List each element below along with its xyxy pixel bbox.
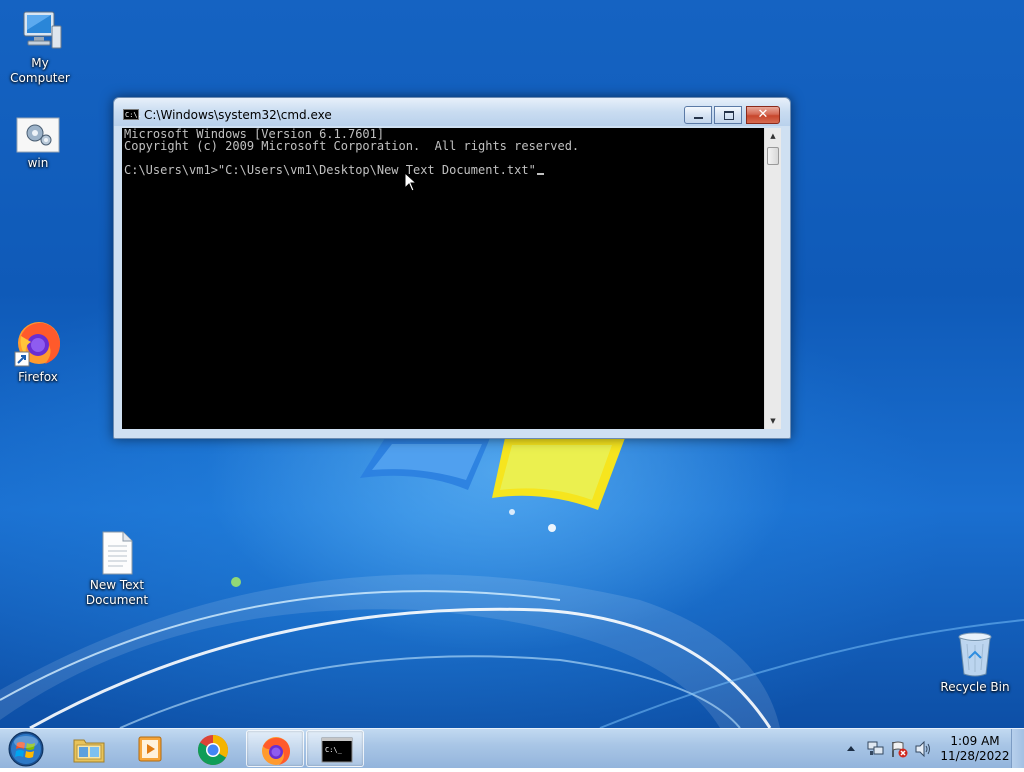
close-icon: ✕: [757, 107, 769, 122]
cmd-icon-text: C:\_: [325, 746, 343, 754]
folder-icon: [73, 739, 105, 763]
taskbar-item-cmd[interactable]: C:\_: [306, 730, 364, 767]
desktop-icon-label: Firefox: [18, 370, 58, 384]
text-cursor: [536, 173, 544, 175]
taskbar-item-windows-explorer[interactable]: [60, 730, 118, 767]
console-line: Copyright (c) 2009 Microsoft Corporation…: [124, 139, 580, 153]
desktop-icon-win[interactable]: win: [0, 116, 78, 171]
vertical-scrollbar[interactable]: ▲ ▼: [764, 128, 781, 429]
chrome-icon: [197, 735, 229, 766]
start-button[interactable]: [6, 730, 46, 768]
taskbar-item-chrome[interactable]: [184, 730, 242, 767]
desktop: My Computer win Firefox New Text Documen…: [0, 0, 1024, 728]
action-center-flag-icon[interactable]: [890, 740, 908, 758]
computer-icon: [23, 11, 62, 49]
taskbar: C:\_ 1:09 AM 11/28/2022: [0, 728, 1024, 768]
clock-time: 1:09 AM: [950, 734, 1000, 748]
text-document-icon: [102, 531, 133, 575]
close-button[interactable]: ✕: [746, 106, 780, 124]
show-desktop-button[interactable]: [1011, 729, 1024, 768]
desktop-icon-label: Document: [85, 593, 149, 607]
console-command: C:\Users\vm1>"C:\Users\vm1\Desktop\New T…: [124, 163, 536, 177]
clock[interactable]: 1:09 AM 11/28/2022: [940, 734, 1010, 764]
desktop-icon-label: New Text: [89, 578, 145, 592]
windows-orb-icon: [8, 731, 44, 767]
firefox-icon: [14, 322, 61, 367]
scroll-up-arrow-icon[interactable]: ▲: [765, 128, 781, 144]
clock-date: 11/28/2022: [940, 749, 1010, 763]
desktop-icon-my-computer[interactable]: My Computer: [0, 8, 80, 86]
console-output[interactable]: Microsoft Windows [Version 6.1.7601] Cop…: [122, 128, 764, 429]
mouse-cursor-icon: [404, 172, 418, 192]
maximize-button[interactable]: [714, 106, 742, 124]
taskbar-item-firefox[interactable]: [246, 730, 304, 767]
minimize-icon: [694, 117, 703, 119]
scroll-down-arrow-icon[interactable]: ▼: [765, 413, 781, 429]
maximize-icon: [724, 111, 734, 120]
desktop-icon-label: win: [27, 156, 49, 170]
desktop-icon-firefox[interactable]: Firefox: [0, 318, 78, 385]
minimize-button[interactable]: [684, 106, 712, 124]
cmd-titlebar[interactable]: C:\. C:\Windows\system32\cmd.exe ✕: [114, 98, 790, 126]
volume-icon[interactable]: [914, 741, 932, 757]
scroll-thumb[interactable]: [767, 147, 779, 165]
cmd-icon: C:\.: [123, 109, 142, 120]
desktop-icon-new-text-document[interactable]: New Text Document: [77, 530, 157, 608]
cmd-icon: C:\_: [321, 737, 353, 763]
desktop-icon-recycle-bin[interactable]: Recycle Bin: [935, 630, 1015, 695]
console-prompt-line: C:\Users\vm1>"C:\Users\vm1\Desktop\New T…: [124, 164, 764, 176]
firefox-icon: [262, 737, 290, 765]
recycle-bin-icon: [958, 632, 992, 677]
desktop-icon-label: My Computer: [10, 56, 70, 85]
media-player-icon: [138, 736, 162, 762]
show-hidden-icons-arrow-icon[interactable]: [846, 744, 856, 752]
cmd-window[interactable]: C:\. C:\Windows\system32\cmd.exe ✕ Micro…: [113, 97, 791, 439]
desktop-icon-label: Recycle Bin: [940, 680, 1010, 694]
settings-shortcut-icon: [16, 117, 60, 153]
window-title: C:\Windows\system32\cmd.exe: [144, 108, 332, 122]
network-icon[interactable]: [867, 741, 885, 757]
taskbar-item-media-player[interactable]: [122, 730, 180, 767]
